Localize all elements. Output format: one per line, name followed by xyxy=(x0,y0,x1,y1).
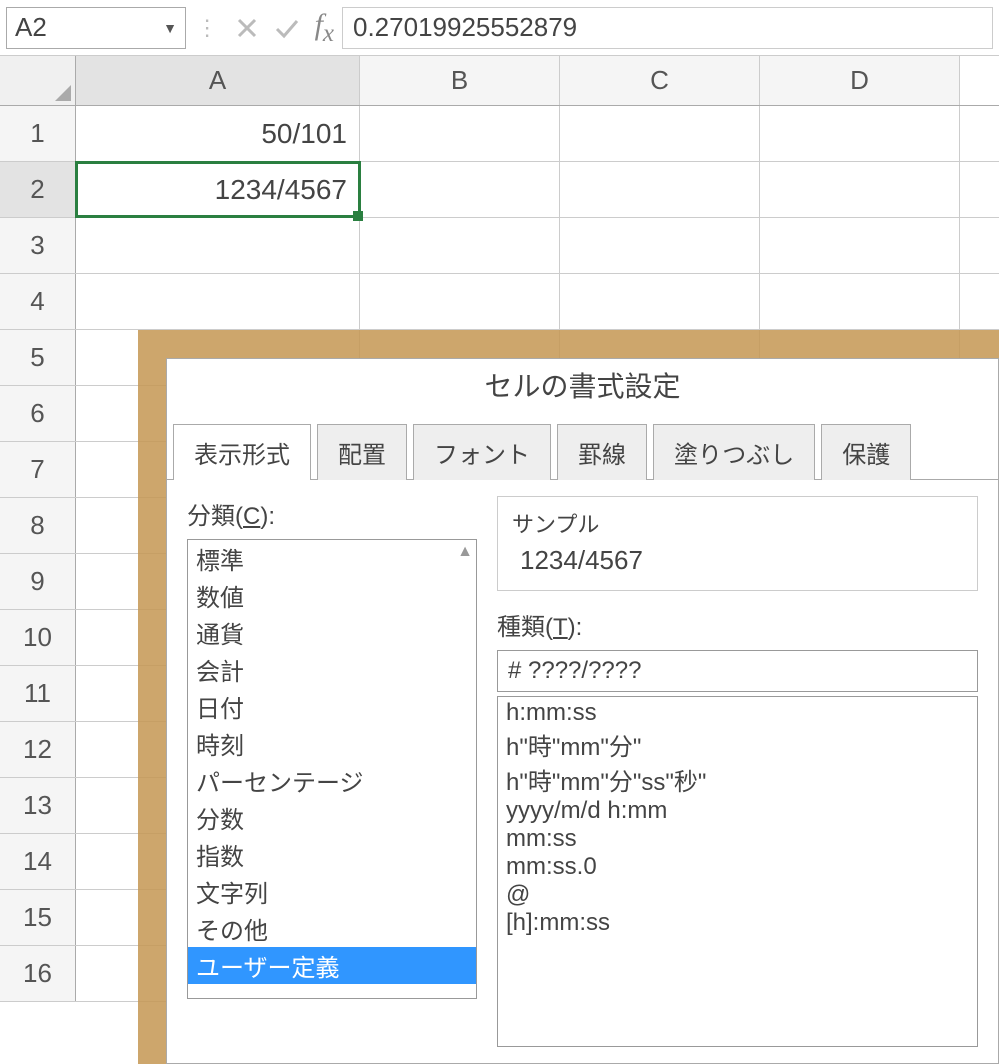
column-header-d[interactable]: D xyxy=(760,56,960,105)
fx-icon[interactable]: fx xyxy=(315,8,334,48)
column-header-c[interactable]: C xyxy=(560,56,760,105)
row-header-15[interactable]: 15 xyxy=(0,890,76,945)
cell-a3[interactable] xyxy=(76,218,360,273)
type-item[interactable]: h:mm:ss xyxy=(506,699,969,727)
type-item[interactable]: [h]:mm:ss xyxy=(506,909,969,937)
select-all-corner[interactable] xyxy=(0,56,76,105)
cancel-icon[interactable] xyxy=(234,14,260,42)
scroll-up-icon[interactable]: ▲ xyxy=(457,543,473,561)
dialog-frame: セルの書式設定 表示形式 配置 フォント 罫線 塗りつぶし 保護 分類(C): … xyxy=(138,330,999,1064)
enter-icon[interactable] xyxy=(274,14,300,42)
category-item-text[interactable]: 文字列 xyxy=(188,873,476,910)
dialog-content: セルの書式設定 表示形式 配置 フォント 罫線 塗りつぶし 保護 分類(C): … xyxy=(166,358,999,1064)
cell-b1[interactable] xyxy=(360,106,560,161)
row-header-16[interactable]: 16 xyxy=(0,946,76,1001)
formula-bar: A2 ▼ ⋮ fx 0.27019925552879 xyxy=(0,0,999,56)
category-item-accounting[interactable]: 会計 xyxy=(188,651,476,688)
category-pane: 分類(C): ▲ 標準 数値 通貨 会計 日付 時刻 パーセンテージ 分数 指数… xyxy=(187,496,477,1047)
row-header-5[interactable]: 5 xyxy=(0,330,76,385)
cell-a1[interactable]: 50/101 xyxy=(76,106,360,161)
row-header-3[interactable]: 3 xyxy=(0,218,76,273)
type-input[interactable]: # ????/???? xyxy=(497,650,978,692)
row-header-2[interactable]: 2 xyxy=(0,162,76,217)
chevron-down-icon[interactable]: ▼ xyxy=(163,20,177,36)
dialog-title: セルの書式設定 xyxy=(167,359,998,417)
column-headers: A B C D xyxy=(0,56,999,106)
cell-d2[interactable] xyxy=(760,162,960,217)
sample-value: 1234/4567 xyxy=(512,545,963,576)
type-item[interactable]: h"時"mm"分" xyxy=(506,727,969,762)
dialog-body: 分類(C): ▲ 標準 数値 通貨 会計 日付 時刻 パーセンテージ 分数 指数… xyxy=(167,480,998,1063)
category-item-scientific[interactable]: 指数 xyxy=(188,836,476,873)
table-row: 4 xyxy=(0,274,999,330)
row-header-9[interactable]: 9 xyxy=(0,554,76,609)
category-item-special[interactable]: その他 xyxy=(188,910,476,947)
cell-c2[interactable] xyxy=(560,162,760,217)
category-item-date[interactable]: 日付 xyxy=(188,688,476,725)
vertical-dots-icon: ⋮ xyxy=(194,14,220,42)
category-item-custom[interactable]: ユーザー定義 xyxy=(188,947,476,984)
tab-font[interactable]: フォント xyxy=(413,424,551,480)
row-header-8[interactable]: 8 xyxy=(0,498,76,553)
category-item-general[interactable]: 標準 xyxy=(188,540,476,577)
category-item-number[interactable]: 数値 xyxy=(188,577,476,614)
table-row: 150/101 xyxy=(0,106,999,162)
row-header-7[interactable]: 7 xyxy=(0,442,76,497)
row-header-4[interactable]: 4 xyxy=(0,274,76,329)
dialog-tabs: 表示形式 配置 フォント 罫線 塗りつぶし 保護 xyxy=(167,423,998,480)
tab-border[interactable]: 罫線 xyxy=(557,424,647,480)
type-item[interactable]: mm:ss.0 xyxy=(506,853,969,881)
type-item[interactable]: @ xyxy=(506,881,969,909)
column-header-b[interactable]: B xyxy=(360,56,560,105)
table-row: 21234/4567 xyxy=(0,162,999,218)
cell-c1[interactable] xyxy=(560,106,760,161)
name-box-value: A2 xyxy=(15,12,47,43)
formula-value: 0.27019925552879 xyxy=(353,12,577,43)
row-header-12[interactable]: 12 xyxy=(0,722,76,777)
table-row: 3 xyxy=(0,218,999,274)
tab-protection[interactable]: 保護 xyxy=(821,424,911,480)
format-cells-dialog: セルの書式設定 表示形式 配置 フォント 罫線 塗りつぶし 保護 分類(C): … xyxy=(138,330,999,1064)
formula-bar-actions: ⋮ fx xyxy=(194,8,334,48)
category-item-fraction[interactable]: 分数 xyxy=(188,799,476,836)
tab-alignment[interactable]: 配置 xyxy=(317,424,407,480)
category-item-currency[interactable]: 通貨 xyxy=(188,614,476,651)
sample-label: サンプル xyxy=(512,507,963,539)
row-header-1[interactable]: 1 xyxy=(0,106,76,161)
row-header-14[interactable]: 14 xyxy=(0,834,76,889)
type-list[interactable]: h:mm:ss h"時"mm"分" h"時"mm"分"ss"秒" yyyy/m/… xyxy=(497,696,978,1047)
tab-number-format[interactable]: 表示形式 xyxy=(173,424,311,480)
category-list[interactable]: ▲ 標準 数値 通貨 会計 日付 時刻 パーセンテージ 分数 指数 文字列 その… xyxy=(187,539,477,999)
formula-input[interactable]: 0.27019925552879 xyxy=(342,7,993,49)
row-header-10[interactable]: 10 xyxy=(0,610,76,665)
category-item-percentage[interactable]: パーセンテージ xyxy=(188,762,476,799)
sample-group: サンプル 1234/4567 xyxy=(497,496,978,591)
cell-b2[interactable] xyxy=(360,162,560,217)
row-header-13[interactable]: 13 xyxy=(0,778,76,833)
type-label: 種類(T): xyxy=(497,607,978,642)
type-item[interactable]: mm:ss xyxy=(506,825,969,853)
tab-fill[interactable]: 塗りつぶし xyxy=(653,424,815,480)
category-item-time[interactable]: 時刻 xyxy=(188,725,476,762)
format-detail-pane: サンプル 1234/4567 種類(T): # ????/???? h:mm:s… xyxy=(497,496,978,1047)
column-header-a[interactable]: A xyxy=(76,56,360,105)
type-item[interactable]: yyyy/m/d h:mm xyxy=(506,797,969,825)
cell-d1[interactable] xyxy=(760,106,960,161)
cell-a2[interactable]: 1234/4567 xyxy=(76,162,360,217)
type-item[interactable]: h"時"mm"分"ss"秒" xyxy=(506,762,969,797)
row-header-6[interactable]: 6 xyxy=(0,386,76,441)
name-box[interactable]: A2 ▼ xyxy=(6,7,186,49)
category-label: 分類(C): xyxy=(187,496,477,531)
row-header-11[interactable]: 11 xyxy=(0,666,76,721)
